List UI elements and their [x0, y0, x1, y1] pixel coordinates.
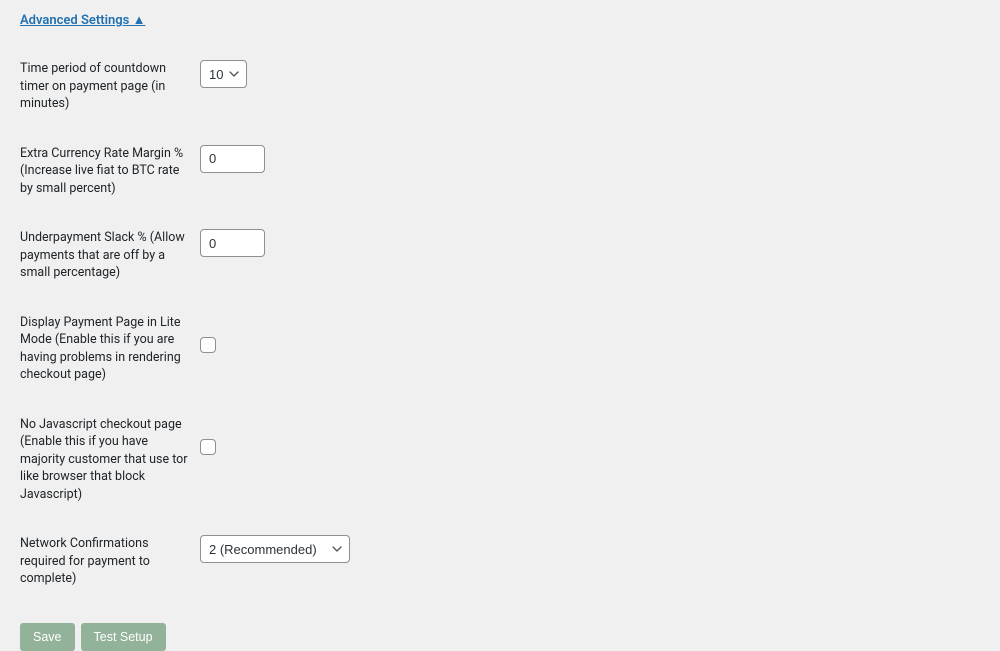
no-js-checkbox[interactable] [200, 439, 216, 455]
row-no-js: No Javascript checkout page (Enable this… [20, 414, 980, 504]
test-setup-button[interactable]: Test Setup [81, 623, 166, 651]
underpayment-slack-label: Underpayment Slack % (Allow payments tha… [20, 227, 200, 282]
countdown-timer-select[interactable]: 10 [200, 60, 247, 88]
confirmations-control: 2 (Recommended) [200, 533, 350, 563]
countdown-control: 10 [200, 58, 247, 88]
row-confirmations: Network Confirmations required for payme… [20, 533, 980, 588]
countdown-timer-label: Time period of countdown timer on paymen… [20, 58, 200, 113]
lite-mode-checkbox[interactable] [200, 337, 216, 353]
row-lite-mode: Display Payment Page in Lite Mode (Enabl… [20, 312, 980, 384]
settings-form: Time period of countdown timer on paymen… [20, 58, 980, 588]
row-countdown-timer: Time period of countdown timer on paymen… [20, 58, 980, 113]
lite-mode-label: Display Payment Page in Lite Mode (Enabl… [20, 312, 200, 384]
underpayment-slack-input[interactable] [200, 229, 265, 257]
currency-margin-label: Extra Currency Rate Margin % (Increase l… [20, 143, 200, 198]
row-currency-margin: Extra Currency Rate Margin % (Increase l… [20, 143, 980, 198]
save-button[interactable]: Save [20, 623, 75, 651]
margin-control [200, 143, 265, 173]
confirmations-label: Network Confirmations required for payme… [20, 533, 200, 588]
no-js-label: No Javascript checkout page (Enable this… [20, 414, 200, 504]
button-row: Save Test Setup [20, 623, 980, 651]
confirmations-select[interactable]: 2 (Recommended) [200, 535, 350, 563]
row-underpayment-slack: Underpayment Slack % (Allow payments tha… [20, 227, 980, 282]
no-js-control [200, 414, 216, 455]
slack-control [200, 227, 265, 257]
lite-mode-control [200, 312, 216, 353]
advanced-settings-toggle[interactable]: Advanced Settings ▲ [20, 12, 145, 28]
currency-margin-input[interactable] [200, 145, 265, 173]
